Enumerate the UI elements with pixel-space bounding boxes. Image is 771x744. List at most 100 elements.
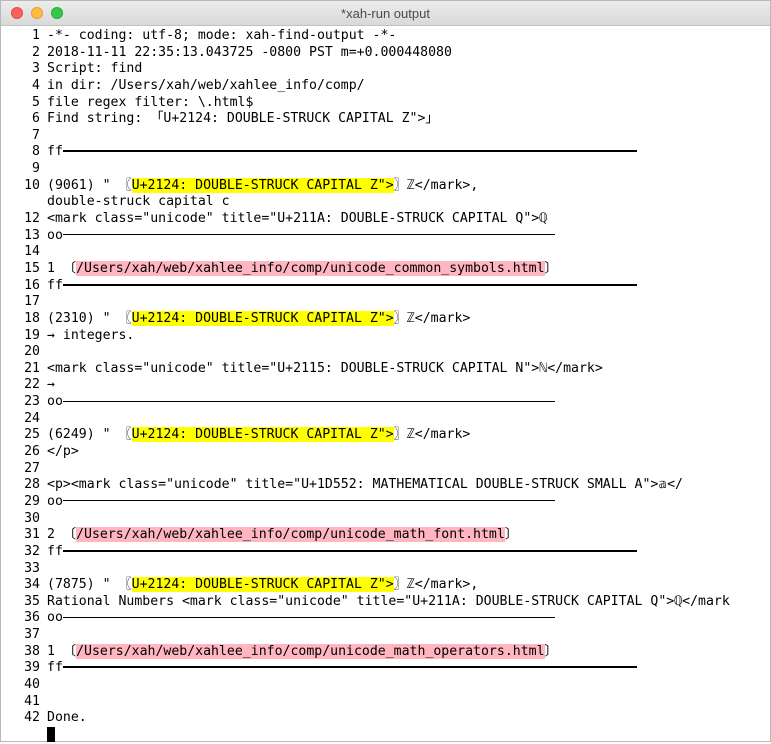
buffer-line[interactable]: 3 Script: find bbox=[3, 61, 770, 78]
line-text: -*- coding: utf-8; mode: xah-find-output… bbox=[47, 28, 397, 43]
line-text: 2 〔 bbox=[47, 527, 77, 543]
line-number: 26 bbox=[24, 444, 40, 460]
line-number: 14 bbox=[24, 244, 40, 260]
buffer-line[interactable]: 31 2 〔/Users/xah/web/xahlee_info/comp/uni… bbox=[3, 527, 770, 544]
buffer-line[interactable]: 34 (7875) " 〖U+2124: DOUBLE-STRUCK CAPITA… bbox=[3, 577, 770, 594]
buffer-line[interactable]: 26 </p> bbox=[3, 444, 770, 461]
line-number: 3 bbox=[32, 61, 40, 77]
match-separator-rule bbox=[62, 234, 555, 236]
line-text: ff bbox=[47, 277, 63, 293]
title-bar[interactable]: *xah-run output bbox=[1, 1, 770, 26]
match-separator-rule bbox=[62, 500, 555, 502]
file-path-link[interactable]: /Users/xah/web/xahlee_info/comp/unicode_… bbox=[76, 643, 545, 659]
buffer-line[interactable]: 41 bbox=[3, 694, 770, 711]
buffer-line[interactable]: 20 bbox=[3, 344, 770, 361]
line-text: 〗ℤ</mark>, bbox=[393, 577, 479, 593]
line-text: file regex filter: \.html$ bbox=[47, 94, 254, 110]
line-number: 36 bbox=[24, 610, 40, 626]
line-text: ff bbox=[47, 660, 63, 676]
buffer-line[interactable]: 23 oo bbox=[3, 394, 770, 411]
buffer-line[interactable]: 30 bbox=[3, 511, 770, 528]
line-text: in dir: /Users/xah/web/xahlee_info/comp/ bbox=[47, 77, 365, 93]
file-path-link[interactable]: /Users/xah/web/xahlee_info/comp/unicode_… bbox=[76, 527, 505, 543]
buffer-line[interactable]: 7 bbox=[3, 128, 770, 145]
buffer-line[interactable]: 25 (6249) " 〖U+2124: DOUBLE-STRUCK CAPITA… bbox=[3, 427, 770, 444]
buffer-line[interactable]: 33 bbox=[3, 561, 770, 578]
search-match-highlight[interactable]: U+2124: DOUBLE-STRUCK CAPITAL Z"> bbox=[131, 577, 394, 593]
buffer-line[interactable]: 27 bbox=[3, 461, 770, 478]
line-number: 29 bbox=[24, 493, 40, 509]
line-text: oo bbox=[47, 610, 63, 626]
line-text: (9061) " 〖 bbox=[47, 177, 132, 193]
line-number: 30 bbox=[24, 510, 40, 526]
file-path-link[interactable]: /Users/xah/web/xahlee_info/comp/unicode_… bbox=[76, 260, 545, 276]
buffer-line[interactable]: 18 (2310) " 〖U+2124: DOUBLE-STRUCK CAPITA… bbox=[3, 310, 770, 328]
line-number: 24 bbox=[24, 410, 40, 426]
emacs-window: *xah-run output 1 -*- coding: utf-8; mode… bbox=[0, 0, 771, 742]
line-number: 25 bbox=[24, 427, 40, 443]
line-number: 6 bbox=[32, 111, 40, 127]
buffer-line[interactable]: 22 → bbox=[3, 377, 770, 394]
search-match-highlight[interactable]: U+2124: DOUBLE-STRUCK CAPITAL Z"> bbox=[131, 310, 394, 326]
buffer-line[interactable]: 37 bbox=[3, 627, 770, 644]
buffer-line[interactable]: 4 in dir: /Users/xah/web/xahlee_info/comp… bbox=[3, 78, 770, 95]
buffer-line[interactable]: 17 bbox=[3, 294, 770, 311]
line-number: 19 bbox=[24, 327, 40, 343]
line-number: 27 bbox=[24, 460, 40, 476]
buffer-line[interactable]: 15 1 〔/Users/xah/web/xahlee_info/comp/uni… bbox=[3, 260, 770, 278]
line-number: 22 bbox=[24, 377, 40, 393]
line-number: 32 bbox=[24, 543, 40, 559]
buffer-line[interactable]: 21 <mark class="unicode" title="U+2115: D… bbox=[3, 361, 770, 378]
line-text: → bbox=[47, 377, 55, 393]
line-text: (7875) " 〖 bbox=[47, 577, 132, 593]
line-number: 31 bbox=[24, 527, 40, 543]
buffer-line[interactable]: 2 2018-11-11 22:35:13.043725 -0800 PST m=… bbox=[3, 45, 770, 62]
buffer-line[interactable]: 28 <p><mark class="unicode" title="U+1D55… bbox=[3, 477, 770, 494]
line-text: 〕 bbox=[544, 643, 558, 659]
buffer-line[interactable]: 14 bbox=[3, 244, 770, 261]
buffer-line[interactable]: 9 bbox=[3, 161, 770, 178]
buffer-line[interactable]: 5 file regex filter: \.html$ bbox=[3, 95, 770, 112]
output-buffer[interactable]: 1 -*- coding: utf-8; mode: xah-find-outpu… bbox=[1, 28, 770, 744]
buffer-line[interactable]: 16 ff bbox=[3, 278, 770, 295]
line-number: 15 bbox=[24, 260, 40, 276]
line-number: 28 bbox=[24, 477, 40, 493]
line-number: 18 bbox=[24, 310, 40, 326]
line-number: 35 bbox=[24, 593, 40, 609]
line-text: 〗ℤ</mark> bbox=[393, 310, 471, 326]
line-text: → integers. bbox=[47, 327, 135, 343]
buffer-line[interactable]: 29 oo bbox=[3, 494, 770, 511]
buffer-line[interactable]: 6 Find string: 「U+2124: DOUBLE-STRUCK CAP… bbox=[3, 111, 770, 128]
search-match-highlight[interactable]: U+2124: DOUBLE-STRUCK CAPITAL Z"> bbox=[131, 427, 394, 443]
line-text: <mark class="unicode" title="U+2115: DOU… bbox=[47, 360, 603, 376]
buffer-line[interactable]: 24 bbox=[3, 411, 770, 428]
line-number: 34 bbox=[24, 577, 40, 593]
buffer-line[interactable] bbox=[3, 726, 770, 744]
line-text: (2310) " 〖 bbox=[47, 310, 132, 326]
line-number: 17 bbox=[24, 294, 40, 310]
buffer-line[interactable]: 42 Done. bbox=[3, 710, 770, 727]
buffer-line[interactable]: 39 ff bbox=[3, 660, 770, 677]
line-text: Done. bbox=[47, 710, 87, 726]
line-text: oo bbox=[47, 394, 63, 410]
buffer-line[interactable]: 32 ff bbox=[3, 544, 770, 561]
buffer-line[interactable]: 35 Rational Numbers <mark class="unicode"… bbox=[3, 594, 770, 611]
line-number: 13 bbox=[24, 227, 40, 243]
buffer-line[interactable]: 38 1 〔/Users/xah/web/xahlee_info/comp/uni… bbox=[3, 643, 770, 661]
buffer-line[interactable]: 13 oo bbox=[3, 228, 770, 245]
buffer-line[interactable]: 36 oo bbox=[3, 610, 770, 627]
line-text: double-struck capital c bbox=[47, 194, 230, 210]
window-title: *xah-run output bbox=[341, 6, 430, 21]
line-number: 40 bbox=[24, 676, 40, 692]
buffer-line[interactable]: double-struck capital c bbox=[3, 194, 770, 211]
buffer-line[interactable]: 40 bbox=[3, 677, 770, 694]
line-number: 23 bbox=[24, 394, 40, 410]
buffer-line[interactable]: 8 ff bbox=[3, 144, 770, 161]
buffer-line[interactable]: 19 → integers. bbox=[3, 328, 770, 345]
buffer-line[interactable]: 10 (9061) " 〖U+2124: DOUBLE-STRUCK CAPITA… bbox=[3, 177, 770, 195]
buffer-line[interactable]: 12 <mark class="unicode" title="U+211A: D… bbox=[3, 211, 770, 228]
line-number: 37 bbox=[24, 627, 40, 643]
buffer-line[interactable]: 1 -*- coding: utf-8; mode: xah-find-outpu… bbox=[3, 28, 770, 45]
search-match-highlight[interactable]: U+2124: DOUBLE-STRUCK CAPITAL Z"> bbox=[131, 177, 394, 193]
line-number: 10 bbox=[24, 177, 40, 193]
